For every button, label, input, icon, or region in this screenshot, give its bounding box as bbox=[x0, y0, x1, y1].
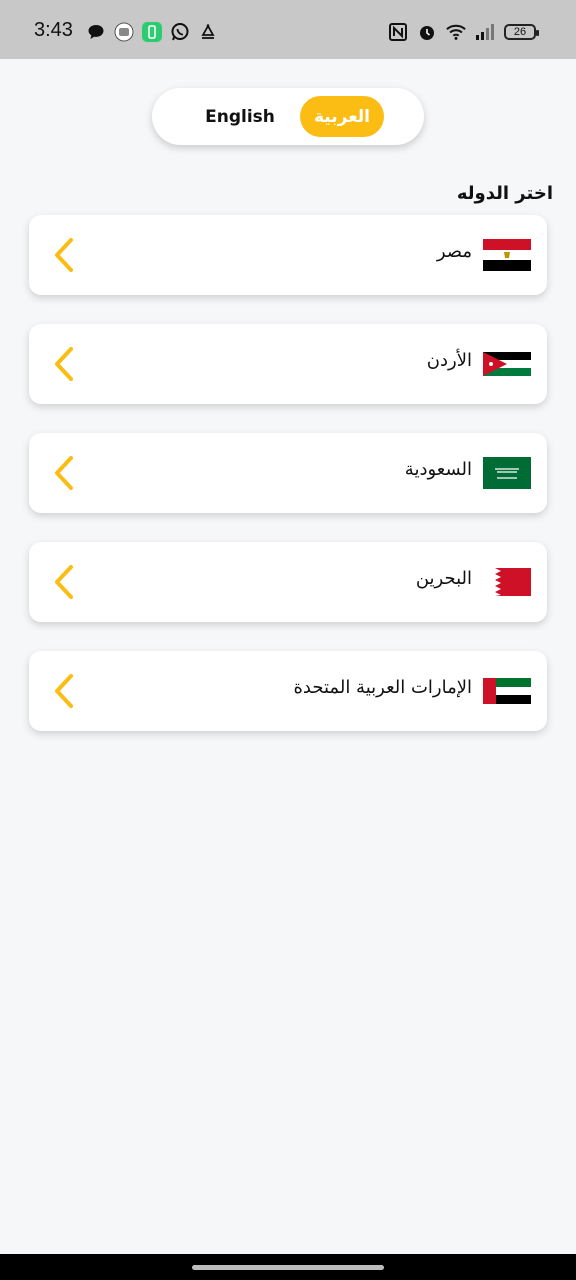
country-card-bahrain[interactable]: البحرين bbox=[29, 542, 547, 622]
uae-flag-icon bbox=[483, 678, 531, 704]
system-nav-bar bbox=[0, 1254, 576, 1280]
chevron-left-icon bbox=[55, 674, 73, 708]
english-language-button[interactable]: English bbox=[194, 96, 286, 137]
section-title: اختر الدوله bbox=[456, 183, 553, 204]
alarm-icon bbox=[417, 22, 437, 42]
country-card-uae[interactable]: الإمارات العربية المتحدة bbox=[29, 651, 547, 731]
country-name: مصر bbox=[436, 241, 472, 262]
arabic-language-button[interactable]: العربية bbox=[300, 96, 384, 137]
system-icons: 26 bbox=[388, 22, 539, 42]
country-card-egypt[interactable]: مصر bbox=[29, 215, 547, 295]
language-toggle: English العربية bbox=[152, 88, 424, 145]
app-notification-icon bbox=[142, 22, 162, 42]
video-app-icon bbox=[114, 22, 134, 42]
status-time: 3:43 bbox=[34, 19, 73, 41]
country-name: البحرين bbox=[415, 568, 472, 589]
chat-bubble-icon bbox=[86, 22, 106, 42]
country-card-saudi[interactable]: السعودية bbox=[29, 433, 547, 513]
country-name: الإمارات العربية المتحدة bbox=[293, 677, 473, 698]
chevron-left-icon bbox=[55, 238, 73, 272]
bahrain-flag-icon bbox=[495, 568, 531, 596]
chevron-left-icon bbox=[55, 565, 73, 599]
country-name: الأردن bbox=[426, 350, 472, 371]
nfc-icon bbox=[388, 22, 408, 42]
country-name: السعودية bbox=[404, 459, 472, 480]
cell-signal-icon bbox=[475, 22, 495, 42]
battery-icon: 26 bbox=[504, 24, 539, 40]
egypt-flag-icon bbox=[483, 239, 531, 271]
chevron-left-icon bbox=[55, 456, 73, 490]
saudi-flag-icon bbox=[483, 457, 531, 489]
notification-icons bbox=[86, 22, 218, 42]
jordan-flag-icon bbox=[483, 352, 531, 376]
country-card-jordan[interactable]: الأردن bbox=[29, 324, 547, 404]
home-gesture-handle[interactable] bbox=[192, 1265, 384, 1270]
whatsapp-icon bbox=[170, 22, 190, 42]
status-bar: 3:43 26 bbox=[0, 0, 576, 59]
wifi-icon bbox=[446, 22, 466, 42]
chevron-left-icon bbox=[55, 347, 73, 381]
bell-notification-icon bbox=[198, 22, 218, 42]
